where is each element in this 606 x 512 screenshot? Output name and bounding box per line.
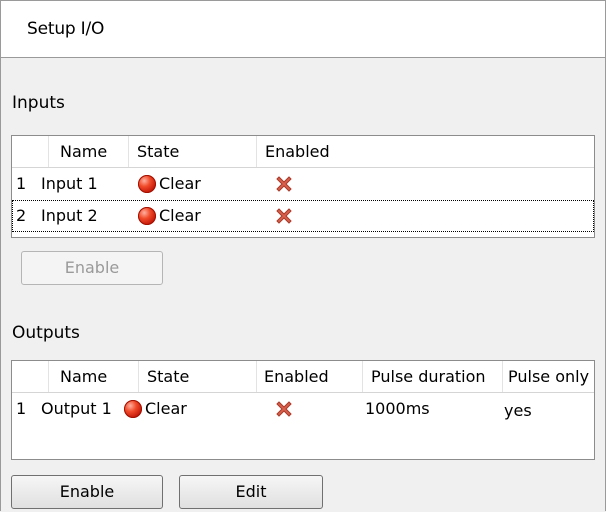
inputs-col-state[interactable]: State xyxy=(129,136,257,167)
outputs-col-pulse-duration[interactable]: Pulse duration xyxy=(363,361,503,392)
pulse-duration-value: 1000ms xyxy=(365,399,430,418)
row-index: 1 xyxy=(16,399,27,418)
window-title: Setup I/O xyxy=(27,19,105,39)
inputs-row-1[interactable]: 1 Input 1 Clear xyxy=(12,168,594,200)
outputs-col-enabled[interactable]: Enabled xyxy=(257,361,363,392)
inputs-row-2[interactable]: 2 Input 2 Clear xyxy=(12,200,594,232)
input-name: Input 1 xyxy=(41,174,98,193)
inputs-section-label: Inputs xyxy=(12,93,65,113)
outputs-col-index[interactable] xyxy=(12,361,49,392)
inputs-col-enabled[interactable]: Enabled xyxy=(257,136,594,167)
red-x-icon xyxy=(276,208,292,224)
inputs-col-index[interactable] xyxy=(12,136,49,167)
red-led-icon xyxy=(124,400,142,418)
pulse-only-value: yes xyxy=(504,401,532,420)
row-index: 1 xyxy=(16,174,27,193)
red-x-icon xyxy=(276,401,292,417)
title-bar: Setup I/O xyxy=(1,1,605,58)
inputs-col-name[interactable]: Name xyxy=(49,136,129,167)
outputs-col-pulse-only[interactable]: Pulse only xyxy=(503,361,594,392)
inputs-grid-header: Name State Enabled xyxy=(12,136,594,168)
input-state: Clear xyxy=(159,206,201,225)
red-led-icon xyxy=(138,175,156,193)
input-state: Clear xyxy=(159,174,201,193)
outputs-row-1[interactable]: 1 Output 1 Clear 1000ms yes xyxy=(12,393,594,425)
outputs-grid-header: Name State Enabled Pulse duration Pulse … xyxy=(12,361,594,393)
output-state: Clear xyxy=(145,399,187,418)
red-x-icon xyxy=(276,176,292,192)
outputs-grid[interactable]: Name State Enabled Pulse duration Pulse … xyxy=(11,360,595,460)
red-led-icon xyxy=(138,207,156,225)
outputs-section-label: Outputs xyxy=(12,323,80,343)
setup-io-window: Setup I/O Inputs Name State Enabled 1 In… xyxy=(0,0,606,511)
inputs-enable-button[interactable]: Enable xyxy=(21,251,163,285)
inputs-grid[interactable]: Name State Enabled 1 Input 1 Clear 2 Inp… xyxy=(11,135,595,238)
row-index: 2 xyxy=(16,206,27,225)
outputs-col-name[interactable]: Name xyxy=(49,361,139,392)
input-name: Input 2 xyxy=(41,206,98,225)
outputs-col-state[interactable]: State xyxy=(139,361,257,392)
output-name: Output 1 xyxy=(41,399,112,418)
outputs-edit-button[interactable]: Edit xyxy=(179,475,323,509)
outputs-enable-button[interactable]: Enable xyxy=(11,475,163,509)
